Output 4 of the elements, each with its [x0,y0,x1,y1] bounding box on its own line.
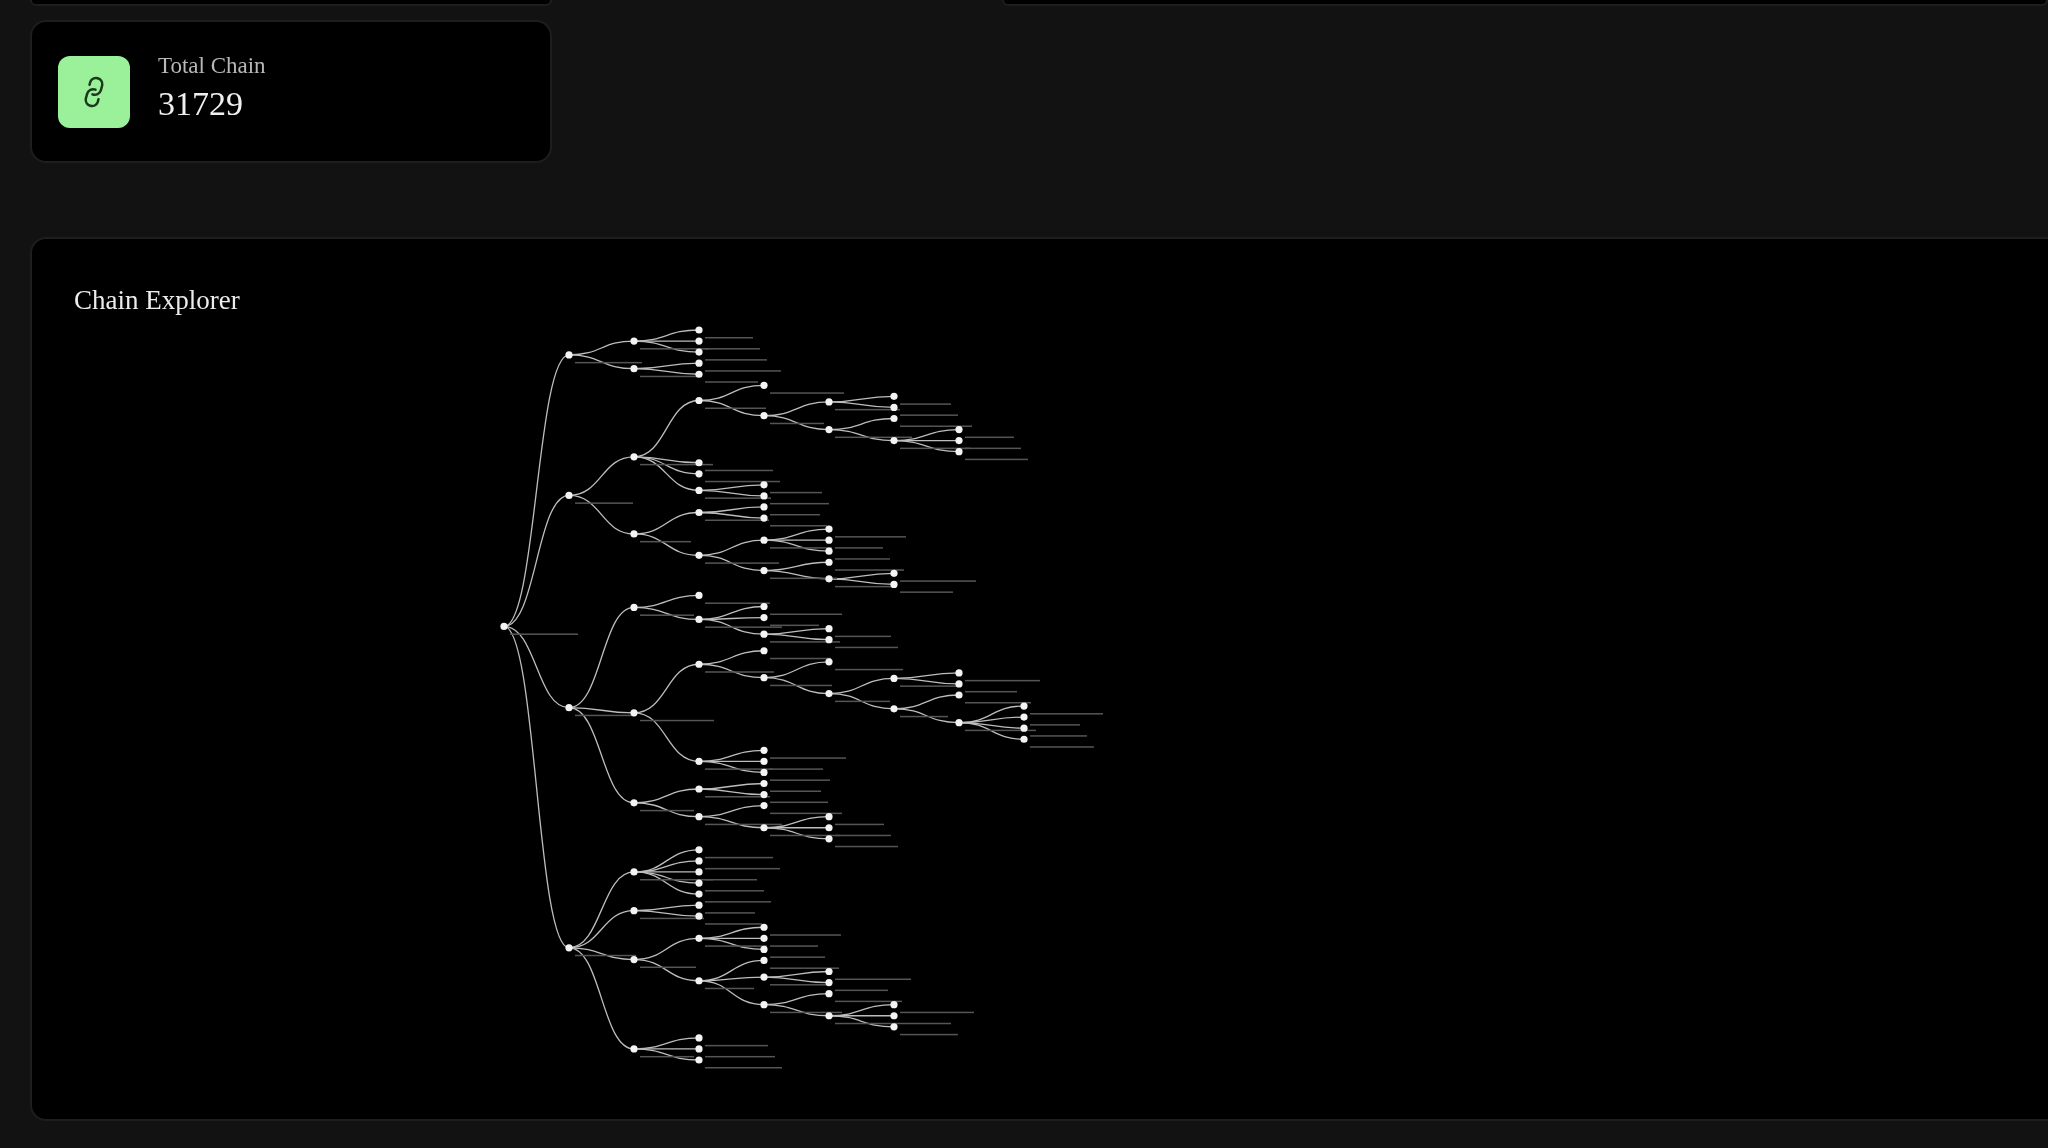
stat-value: 31729 [158,84,244,123]
stat-label: Total Chain [158,52,266,79]
panel-title: Chain Explorer [74,285,240,316]
link-icon [58,55,130,128]
